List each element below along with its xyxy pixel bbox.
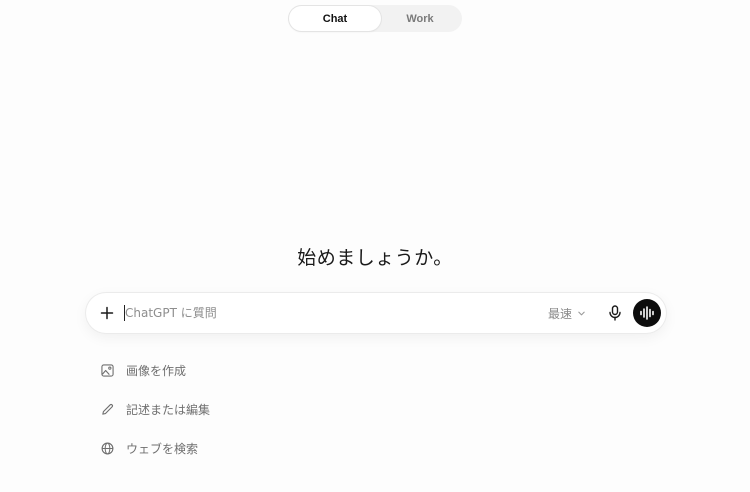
tab-chat[interactable]: Chat <box>289 6 381 31</box>
prompt-input[interactable] <box>125 303 525 323</box>
model-label: 最速 <box>548 306 573 321</box>
suggestion-create-image[interactable]: 画像を作成 <box>96 357 396 383</box>
suggestion-label: ウェブを検索 <box>126 441 199 456</box>
mode-toggle: Chat Work <box>288 5 462 32</box>
globe-icon <box>100 441 114 455</box>
suggestion-list: 画像を作成 記述または編集 ウェブを検索 <box>96 357 396 474</box>
microphone-icon <box>609 305 621 321</box>
prompt-composer: 最速 <box>86 293 666 333</box>
image-icon <box>100 363 114 377</box>
voice-waveform-icon <box>640 306 654 320</box>
greeting-heading: 始めましょうか。 <box>297 247 453 269</box>
suggestion-write-or-edit[interactable]: 記述または編集 <box>96 396 396 422</box>
pencil-icon <box>100 402 114 416</box>
dictate-button[interactable] <box>604 302 626 324</box>
attach-button[interactable] <box>95 301 119 325</box>
model-selector[interactable]: 最速 <box>548 304 586 322</box>
tab-work[interactable]: Work <box>381 6 459 31</box>
chat-home-page: Chat Work 始めましょうか。 最速 <box>0 0 750 492</box>
chevron-down-icon <box>578 311 585 315</box>
suggestion-label: 画像を作成 <box>126 363 187 378</box>
voice-mode-button[interactable] <box>633 299 661 327</box>
suggestion-label: 記述または編集 <box>126 402 211 417</box>
suggestion-search-web[interactable]: ウェブを検索 <box>96 435 396 461</box>
plus-icon <box>100 306 114 320</box>
